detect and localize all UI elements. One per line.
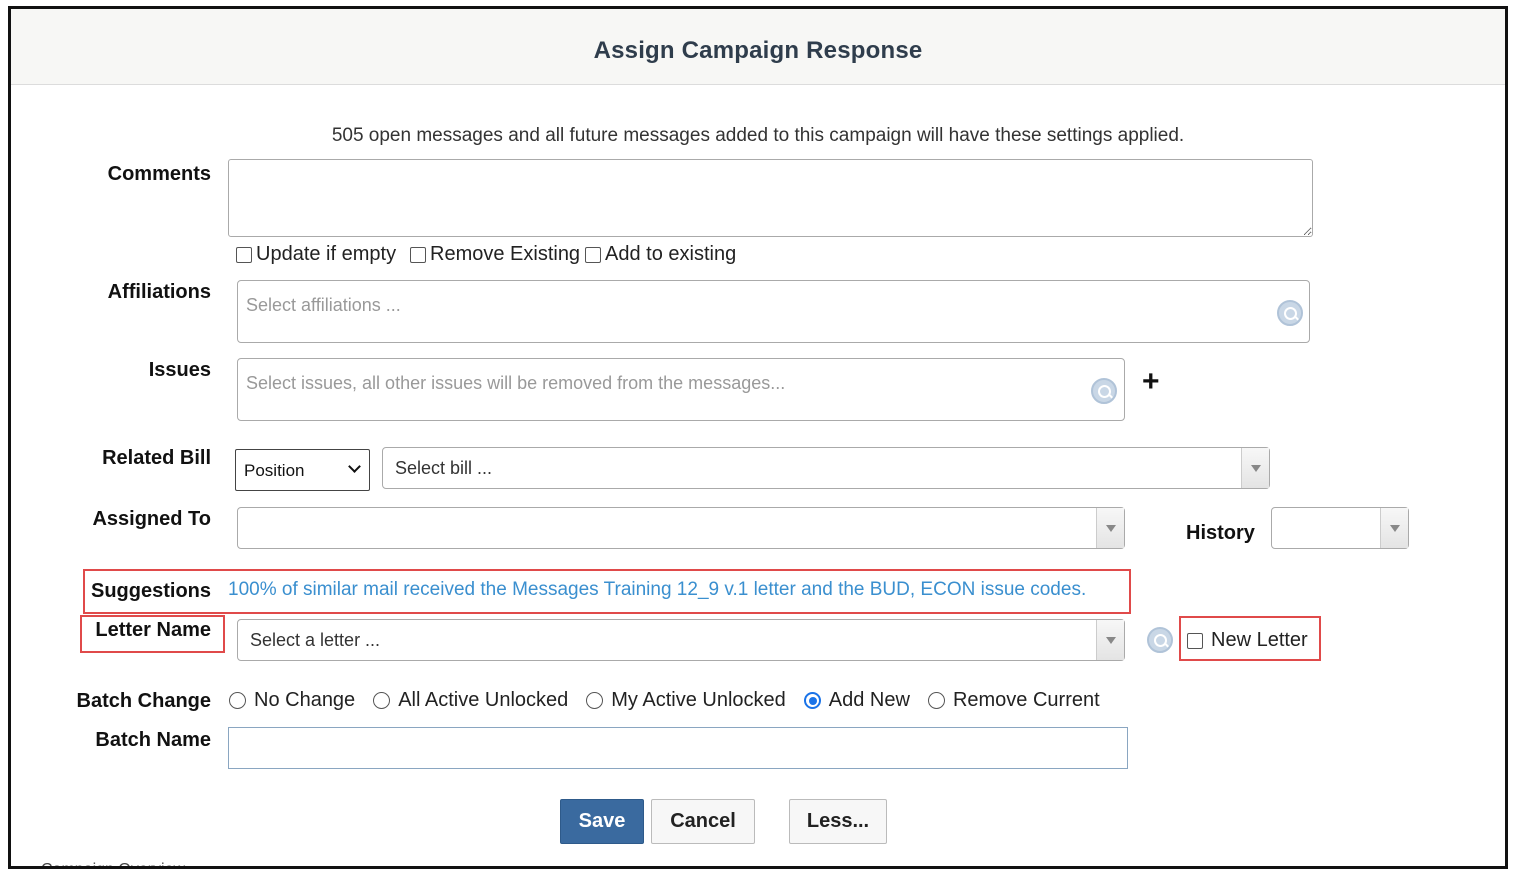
bill-select[interactable]: Select bill ... bbox=[382, 447, 1270, 489]
issues-search-icon[interactable] bbox=[1091, 378, 1117, 404]
issues-select[interactable]: Select issues, all other issues will be … bbox=[237, 358, 1125, 421]
position-select[interactable]: Position bbox=[235, 449, 370, 491]
add-new-label: Add New bbox=[828, 689, 910, 711]
all-active-unlocked-label: All Active Unlocked bbox=[398, 689, 569, 711]
assigned-to-select[interactable] bbox=[237, 507, 1125, 549]
batch-name-input[interactable] bbox=[228, 727, 1128, 769]
suggestions-label: Suggestions bbox=[90, 580, 211, 602]
bill-dropdown-arrow-icon[interactable] bbox=[1241, 448, 1269, 488]
dialog-title: Assign Campaign Response bbox=[593, 37, 923, 64]
new-letter-option[interactable]: New Letter bbox=[1187, 629, 1308, 652]
add-new-radio[interactable] bbox=[803, 692, 821, 709]
add-to-existing-label: Add to existing bbox=[605, 243, 737, 265]
dialog-header: Assign Campaign Response bbox=[11, 9, 1505, 85]
my-active-unlocked-label: My Active Unlocked bbox=[611, 689, 786, 711]
remove-current-label: Remove Current bbox=[952, 689, 1100, 711]
add-to-existing-checkbox[interactable] bbox=[585, 246, 601, 263]
comments-option-update-if-empty[interactable]: Update if empty bbox=[236, 243, 396, 266]
add-issue-plus-icon[interactable]: + bbox=[1142, 367, 1160, 397]
batch-option-no-change[interactable]: No Change bbox=[229, 689, 355, 712]
related-bill-label: Related Bill bbox=[102, 447, 211, 469]
batch-name-label: Batch Name bbox=[95, 729, 211, 751]
history-dropdown-arrow-icon[interactable] bbox=[1380, 508, 1408, 548]
affiliations-placeholder: Select affiliations ... bbox=[246, 295, 401, 315]
position-select-value: Position bbox=[244, 461, 305, 480]
letter-search-icon[interactable] bbox=[1147, 627, 1173, 653]
new-letter-label: New Letter bbox=[1211, 629, 1308, 651]
no-change-label: No Change bbox=[254, 689, 356, 711]
letter-select-placeholder: Select a letter ... bbox=[250, 630, 381, 650]
comments-option-remove-existing[interactable]: Remove Existing bbox=[410, 243, 580, 266]
letter-dropdown-arrow-icon[interactable] bbox=[1096, 620, 1124, 660]
my-active-unlocked-radio[interactable] bbox=[586, 692, 604, 709]
assigned-to-label: Assigned To bbox=[92, 508, 211, 530]
letter-select[interactable]: Select a letter ... bbox=[237, 619, 1125, 661]
batch-option-my-active-unlocked[interactable]: My Active Unlocked bbox=[586, 689, 786, 712]
batch-option-remove-current[interactable]: Remove Current bbox=[927, 689, 1100, 712]
chevron-down-icon bbox=[348, 460, 361, 473]
batch-change-label: Batch Change bbox=[76, 690, 211, 712]
batch-option-all-active-unlocked[interactable]: All Active Unlocked bbox=[373, 689, 568, 712]
save-button[interactable]: Save bbox=[560, 799, 644, 844]
comments-label: Comments bbox=[107, 163, 211, 185]
update-if-empty-label: Update if empty bbox=[256, 243, 397, 265]
comments-option-add-to-existing[interactable]: Add to existing bbox=[585, 243, 736, 266]
history-select[interactable] bbox=[1271, 507, 1409, 549]
letter-name-label: Letter Name bbox=[95, 619, 211, 641]
affiliations-label: Affiliations bbox=[107, 281, 211, 303]
remove-existing-label: Remove Existing bbox=[430, 243, 581, 265]
batch-change-radio-group: No Change All Active Unlocked My Active … bbox=[229, 689, 1118, 712]
affiliations-select[interactable]: Select affiliations ... bbox=[237, 280, 1310, 343]
assign-campaign-response-dialog: Assign Campaign Response 505 open messag… bbox=[8, 6, 1508, 869]
bill-select-placeholder: Select bill ... bbox=[395, 458, 493, 478]
assigned-to-dropdown-arrow-icon[interactable] bbox=[1096, 508, 1124, 548]
batch-option-add-new[interactable]: Add New bbox=[803, 689, 910, 712]
comments-textarea[interactable] bbox=[228, 159, 1313, 237]
suggestions-text[interactable]: 100% of similar mail received the Messag… bbox=[228, 579, 1086, 601]
update-if-empty-checkbox[interactable] bbox=[236, 246, 252, 263]
less-button[interactable]: Less... bbox=[789, 799, 887, 844]
all-active-unlocked-radio[interactable] bbox=[373, 692, 391, 709]
issues-label: Issues bbox=[148, 359, 211, 381]
new-letter-checkbox[interactable] bbox=[1187, 632, 1203, 649]
history-label: History bbox=[1186, 522, 1255, 544]
no-change-radio[interactable] bbox=[229, 692, 246, 709]
affiliations-search-icon[interactable] bbox=[1277, 300, 1303, 326]
issues-placeholder: Select issues, all other issues will be … bbox=[246, 373, 786, 393]
cancel-button[interactable]: Cancel bbox=[651, 799, 755, 844]
remove-current-radio[interactable] bbox=[927, 692, 945, 709]
remove-existing-checkbox[interactable] bbox=[410, 246, 426, 263]
intro-text: 505 open messages and all future message… bbox=[331, 125, 1185, 146]
cut-off-footer-text: Campaign Overview bbox=[41, 861, 185, 866]
